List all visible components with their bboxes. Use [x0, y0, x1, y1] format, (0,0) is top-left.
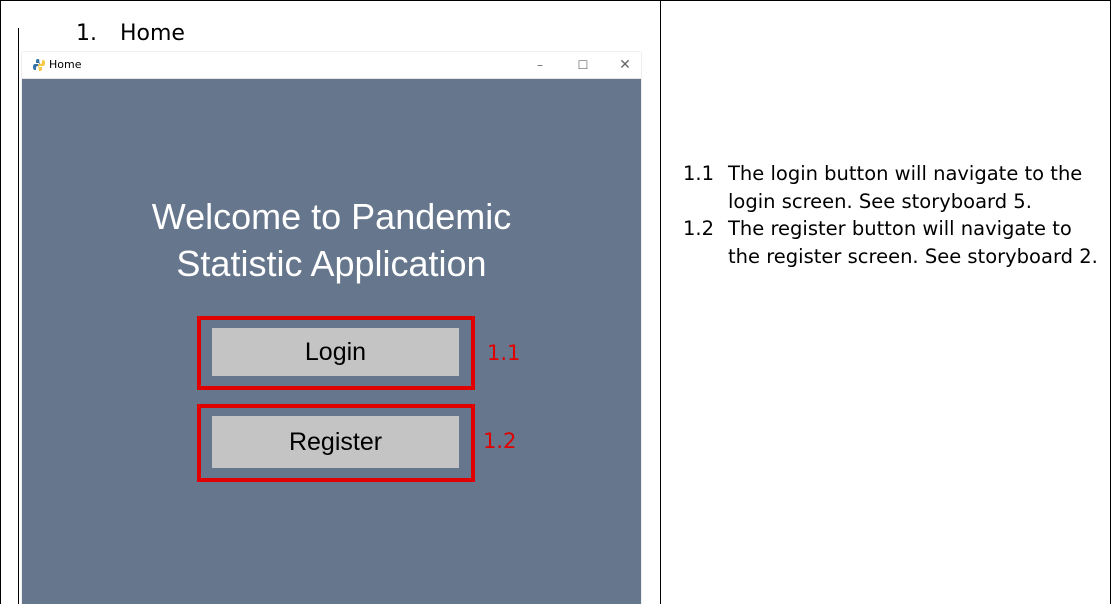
minimize-icon[interactable]: – — [530, 55, 550, 75]
window-title: Home — [49, 58, 82, 71]
register-button[interactable]: Register — [212, 416, 459, 468]
note-number: 1.2 — [683, 217, 715, 240]
login-button[interactable]: Login — [212, 328, 459, 376]
note-number: 1.1 — [683, 162, 715, 185]
section-heading: 1. Home — [76, 20, 185, 48]
annotation-label-1-1: 1.1 — [487, 341, 521, 365]
note-text: The register button will navigate to the… — [728, 217, 1098, 268]
maximize-icon[interactable]: ☐ — [573, 55, 593, 75]
note-item: 1.2 The register button will navigate to… — [683, 215, 1103, 270]
app-window-screenshot: Home – ☐ ✕ Welcome to Pandemic Statistic… — [22, 52, 641, 604]
welcome-heading-line1: Welcome to Pandemic — [151, 196, 512, 237]
python-app-icon — [33, 59, 45, 71]
storyboard-notes: 1.1 The login button will navigate to th… — [683, 160, 1103, 270]
section-number: 1. — [76, 21, 97, 46]
annotation-label-1-2: 1.2 — [483, 429, 517, 453]
column-divider — [660, 0, 661, 604]
welcome-heading: Welcome to Pandemic Statistic Applicatio… — [22, 193, 641, 287]
note-item: 1.1 The login button will navigate to th… — [683, 160, 1103, 215]
note-text: The login button will navigate to the lo… — [728, 162, 1083, 213]
window-titlebar: Home – ☐ ✕ — [22, 52, 641, 79]
section-title: Home — [120, 21, 185, 46]
welcome-heading-line2: Statistic Application — [176, 243, 487, 284]
left-cell-border — [18, 28, 19, 604]
close-icon[interactable]: ✕ — [615, 55, 635, 75]
